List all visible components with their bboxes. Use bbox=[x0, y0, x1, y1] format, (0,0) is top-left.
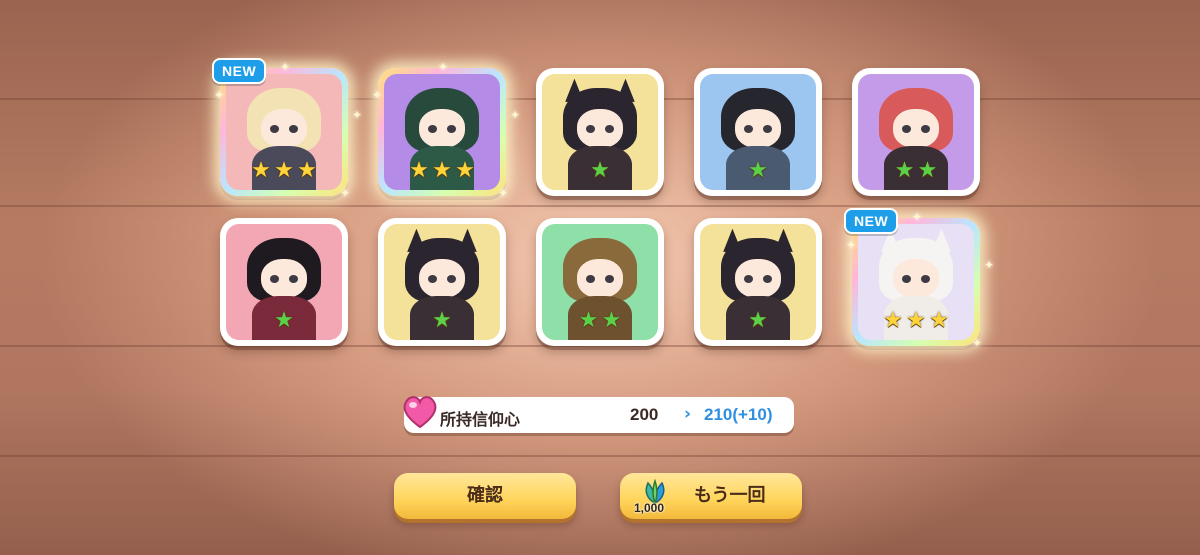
character-card[interactable]: ★ ★ bbox=[852, 68, 980, 196]
character-portrait: ★ bbox=[542, 74, 658, 190]
star-icon: ★ bbox=[917, 158, 938, 183]
confirm-button[interactable]: 確認 bbox=[394, 473, 576, 519]
draw-again-label: もう一回 bbox=[694, 485, 766, 506]
star-icon: ★ bbox=[455, 158, 475, 183]
sparkle-icon: ✦ bbox=[510, 108, 521, 122]
sparkle-icon: ✦ bbox=[372, 88, 383, 102]
star-icon: ★ bbox=[432, 158, 452, 183]
star-icon: ★ bbox=[578, 308, 599, 333]
character-card[interactable]: ★ ★ bbox=[536, 218, 664, 346]
new-badge: NEW bbox=[844, 208, 899, 234]
plank-line bbox=[0, 205, 1200, 207]
star-icon: ★ bbox=[590, 158, 610, 183]
rarity-stars: ★ bbox=[542, 160, 658, 182]
sparkle-icon: ✦ bbox=[912, 210, 923, 224]
character-portrait: ★ bbox=[226, 224, 342, 340]
plank-line bbox=[0, 455, 1200, 457]
sparkle-icon: ✦ bbox=[972, 336, 983, 350]
star-icon: ★ bbox=[274, 308, 294, 333]
character-card[interactable]: ★ ★ ★ NEW ✦ ✦ ✦ ✦ bbox=[212, 58, 362, 200]
star-icon: ★ bbox=[748, 158, 768, 183]
rarity-stars: ★ ★ ★ bbox=[858, 310, 974, 332]
rarity-stars: ★ ★ bbox=[542, 310, 658, 332]
sparkle-icon: ✦ bbox=[352, 108, 363, 122]
sparkle-icon: ✦ bbox=[498, 186, 509, 200]
character-portrait: ★ ★ bbox=[542, 224, 658, 340]
star-icon: ★ bbox=[409, 158, 429, 183]
sparkle-icon: ✦ bbox=[340, 186, 351, 200]
star-icon: ★ bbox=[274, 158, 294, 183]
star-icon: ★ bbox=[748, 308, 768, 333]
character-portrait: ★ ★ ★ bbox=[858, 224, 974, 340]
star-icon: ★ bbox=[906, 308, 926, 333]
sparkle-icon: ✦ bbox=[438, 60, 449, 74]
rarity-stars: ★ bbox=[700, 310, 816, 332]
star-icon: ★ bbox=[251, 158, 271, 183]
rarity-stars: ★ bbox=[700, 160, 816, 182]
sparkle-icon: ✦ bbox=[984, 258, 995, 272]
character-portrait: ★ ★ ★ bbox=[384, 74, 500, 190]
sparkle-icon: ✦ bbox=[846, 238, 857, 252]
rarity-stars: ★ bbox=[384, 310, 500, 332]
character-card[interactable]: ★ ★ ★ NEW ✦ ✦ ✦ ✦ bbox=[844, 208, 994, 350]
new-badge: NEW bbox=[212, 58, 267, 84]
character-card[interactable]: ★ bbox=[220, 218, 348, 346]
star-icon: ★ bbox=[601, 308, 622, 333]
character-portrait: ★ bbox=[700, 224, 816, 340]
star-icon: ★ bbox=[883, 308, 903, 333]
arrow-right-icon: › bbox=[684, 404, 692, 424]
character-card[interactable]: ★ bbox=[378, 218, 506, 346]
rarity-stars: ★ ★ bbox=[858, 160, 974, 182]
sparkle-icon: ✦ bbox=[280, 60, 291, 74]
character-card[interactable]: ★ bbox=[694, 68, 822, 196]
faith-current-value: 200 bbox=[630, 405, 659, 424]
sparkle-icon: ✦ bbox=[214, 88, 225, 102]
character-portrait: ★ bbox=[384, 224, 500, 340]
rarity-stars: ★ ★ ★ bbox=[384, 160, 500, 182]
character-card[interactable]: ★ ★ ★ ✦ ✦ ✦ ✦ bbox=[372, 60, 520, 200]
faith-label: 所持信仰心 bbox=[440, 410, 521, 429]
character-card[interactable]: ★ bbox=[536, 68, 664, 196]
faith-next-value: 210(+10) bbox=[704, 405, 773, 424]
star-icon: ★ bbox=[929, 308, 949, 333]
draw-cost: 1,000 bbox=[634, 501, 665, 515]
rarity-stars: ★ ★ ★ bbox=[226, 160, 342, 182]
star-icon: ★ bbox=[432, 308, 452, 333]
faith-counter-bar: 所持信仰心 200 › 210(+10) bbox=[403, 396, 794, 433]
character-portrait: ★ ★ ★ bbox=[226, 74, 342, 190]
character-card[interactable]: ★ bbox=[694, 218, 822, 346]
character-portrait: ★ bbox=[700, 74, 816, 190]
rarity-stars: ★ bbox=[226, 310, 342, 332]
heart-icon bbox=[403, 396, 437, 429]
character-portrait: ★ ★ bbox=[858, 74, 974, 190]
draw-again-button[interactable]: 1,000 もう一回 bbox=[620, 473, 802, 519]
star-icon: ★ bbox=[297, 158, 317, 183]
star-icon: ★ bbox=[894, 158, 915, 183]
